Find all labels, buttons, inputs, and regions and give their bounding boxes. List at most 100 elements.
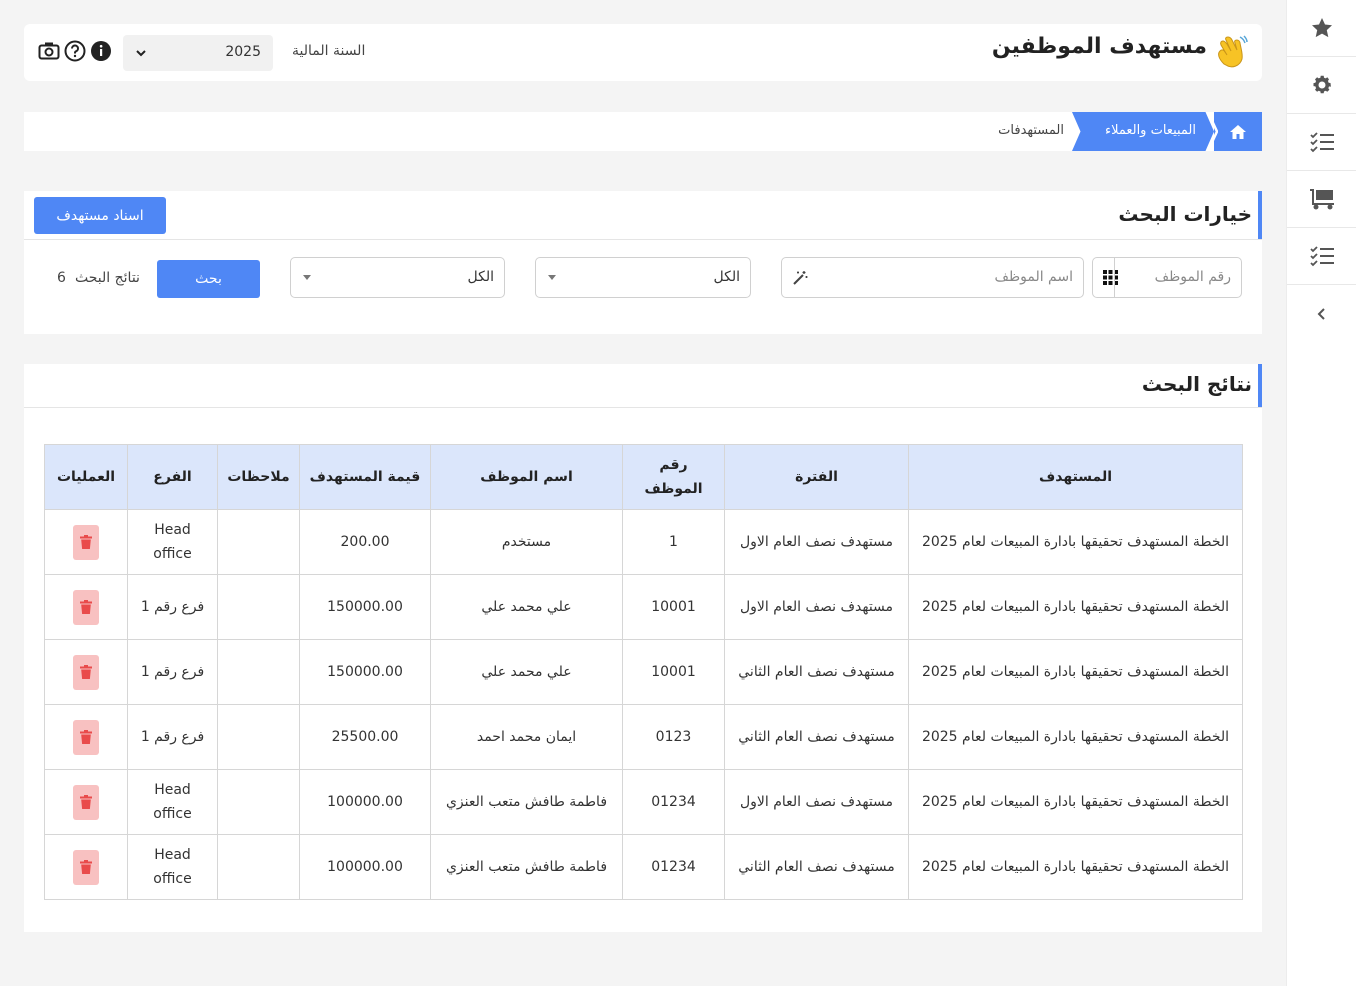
filter-select-1[interactable]: الكل: [535, 257, 751, 298]
employee-number-cell: 01234: [622, 769, 725, 835]
period-cell: مستهدف نصف العام الثاني: [724, 639, 909, 705]
column-header: قيمة المستهدف: [299, 444, 431, 510]
camera-icon[interactable]: [38, 40, 60, 62]
favorites-button[interactable]: [1287, 0, 1356, 57]
operations-cell: [44, 704, 128, 770]
delete-button[interactable]: [73, 524, 99, 560]
breadcrumb-separator: [1206, 112, 1218, 151]
employee-name-cell: فاطمة طافش متعب العنزي: [430, 834, 623, 900]
delete-button[interactable]: [73, 589, 99, 625]
target-value-cell: 25500.00: [299, 704, 431, 770]
branch-cell: Head office: [127, 769, 218, 835]
table-row: الخطة المستهدف تحقيقها بادارة المبيعات ل…: [44, 509, 1243, 575]
chevron-down-icon: [136, 50, 146, 57]
trash-icon: [80, 600, 92, 614]
target-value-cell: 200.00: [299, 509, 431, 575]
period-cell: مستهدف نصف العام الثاني: [724, 704, 909, 770]
delete-button[interactable]: [73, 654, 99, 690]
table-row: الخطة المستهدف تحقيقها بادارة المبيعات ل…: [44, 769, 1243, 835]
results-table: المستهدف الفترة رقم الموظف اسم الموظف قي…: [44, 444, 1243, 900]
operations-cell: [44, 509, 128, 575]
operations-cell: [44, 639, 128, 705]
tasks-button-2[interactable]: [1287, 228, 1356, 285]
employee-number-cell: 10001: [622, 574, 725, 640]
info-icon[interactable]: [90, 40, 112, 62]
column-header: العمليات: [44, 444, 128, 510]
period-cell: مستهدف نصف العام الثاني: [724, 834, 909, 900]
employee-name-placeholder: اسم الموظف: [994, 269, 1073, 285]
delivery-button[interactable]: [1287, 171, 1356, 228]
trash-icon: [80, 665, 92, 679]
employee-number-cell: 10001: [622, 639, 725, 705]
employee-number-cell: 0123: [622, 704, 725, 770]
breadcrumb-item-sales[interactable]: المبيعات والعملاء: [1072, 112, 1214, 151]
fiscal-year-label: السنة المالية: [292, 43, 366, 59]
delete-button[interactable]: [73, 719, 99, 755]
grid-icon: [1103, 270, 1118, 285]
operations-cell: [44, 574, 128, 640]
fiscal-year-select[interactable]: 2025: [123, 35, 273, 71]
notes-cell: [217, 639, 300, 705]
target-cell: الخطة المستهدف تحقيقها بادارة المبيعات ل…: [908, 769, 1243, 835]
fiscal-year-value: 2025: [225, 44, 261, 60]
filter-select-2[interactable]: الكل: [290, 257, 505, 298]
target-cell: الخطة المستهدف تحقيقها بادارة المبيعات ل…: [908, 704, 1243, 770]
truck-icon: [1310, 189, 1334, 210]
column-header: ملاحظات: [217, 444, 300, 510]
delete-button[interactable]: [73, 784, 99, 820]
chevron-left-icon: [1317, 307, 1325, 320]
assign-target-button[interactable]: اسناد مستهدف: [34, 197, 166, 234]
notes-cell: [217, 769, 300, 835]
target-value-cell: 150000.00: [299, 639, 431, 705]
divider: [24, 407, 1262, 408]
employee-number-cell: 01234: [622, 834, 725, 900]
target-cell: الخطة المستهدف تحقيقها بادارة المبيعات ل…: [908, 509, 1243, 575]
notes-cell: [217, 704, 300, 770]
target-value-cell: 100000.00: [299, 834, 431, 900]
caret-down-icon: [548, 275, 556, 280]
period-cell: مستهدف نصف العام الاول: [724, 769, 909, 835]
trash-icon: [80, 730, 92, 744]
branch-cell: فرع رقم 1: [127, 639, 218, 705]
section-accent: [1258, 364, 1262, 407]
checklist-icon: [1310, 246, 1334, 267]
employee-name-field[interactable]: اسم الموظف: [781, 257, 1084, 298]
table-header-row: المستهدف الفترة رقم الموظف اسم الموظف قي…: [44, 444, 1243, 510]
sidebar-rail: [1286, 0, 1356, 986]
search-options-title: خيارات البحث: [1118, 202, 1252, 226]
column-header: الفرع: [127, 444, 218, 510]
table-row: الخطة المستهدف تحقيقها بادارة المبيعات ل…: [44, 834, 1243, 900]
page-title: مستهدف الموظفين: [991, 34, 1207, 59]
settings-button[interactable]: [1287, 57, 1356, 114]
delete-button[interactable]: [73, 849, 99, 885]
branch-cell: Head office: [127, 509, 218, 575]
notes-cell: [217, 574, 300, 640]
star-icon: [1312, 18, 1332, 38]
branch-cell: فرع رقم 1: [127, 574, 218, 640]
column-header: رقم الموظف: [622, 444, 725, 510]
column-header: الفترة: [724, 444, 909, 510]
topbar-icons: [38, 40, 112, 62]
home-icon: [1230, 124, 1246, 139]
operations-cell: [44, 834, 128, 900]
target-value-cell: 100000.00: [299, 769, 431, 835]
search-options-card: خيارات البحث اسناد مستهدف رقم الموظف اسم…: [24, 191, 1262, 334]
table-row: الخطة المستهدف تحقيقها بادارة المبيعات ل…: [44, 639, 1243, 705]
filter-select-2-value: الكل: [467, 269, 495, 285]
results-title: نتائج البحث: [1141, 372, 1252, 396]
employee-name-cell: مستخدم: [430, 509, 623, 575]
header-bar: مستهدف الموظفين السنة المالية 2025: [24, 24, 1262, 81]
section-accent: [1258, 191, 1262, 239]
field-separator: [1114, 258, 1115, 297]
waving-hand-icon: [1218, 35, 1248, 68]
help-icon[interactable]: [64, 40, 86, 62]
tasks-button[interactable]: [1287, 114, 1356, 171]
collapse-sidebar-button[interactable]: [1287, 285, 1356, 342]
breadcrumb-home[interactable]: [1214, 112, 1262, 151]
magic-wand-icon: [793, 271, 808, 285]
column-header: اسم الموظف: [430, 444, 623, 510]
gear-icon: [1313, 75, 1331, 94]
search-button[interactable]: بحث: [157, 260, 260, 298]
notes-cell: [217, 834, 300, 900]
trash-icon: [80, 795, 92, 809]
